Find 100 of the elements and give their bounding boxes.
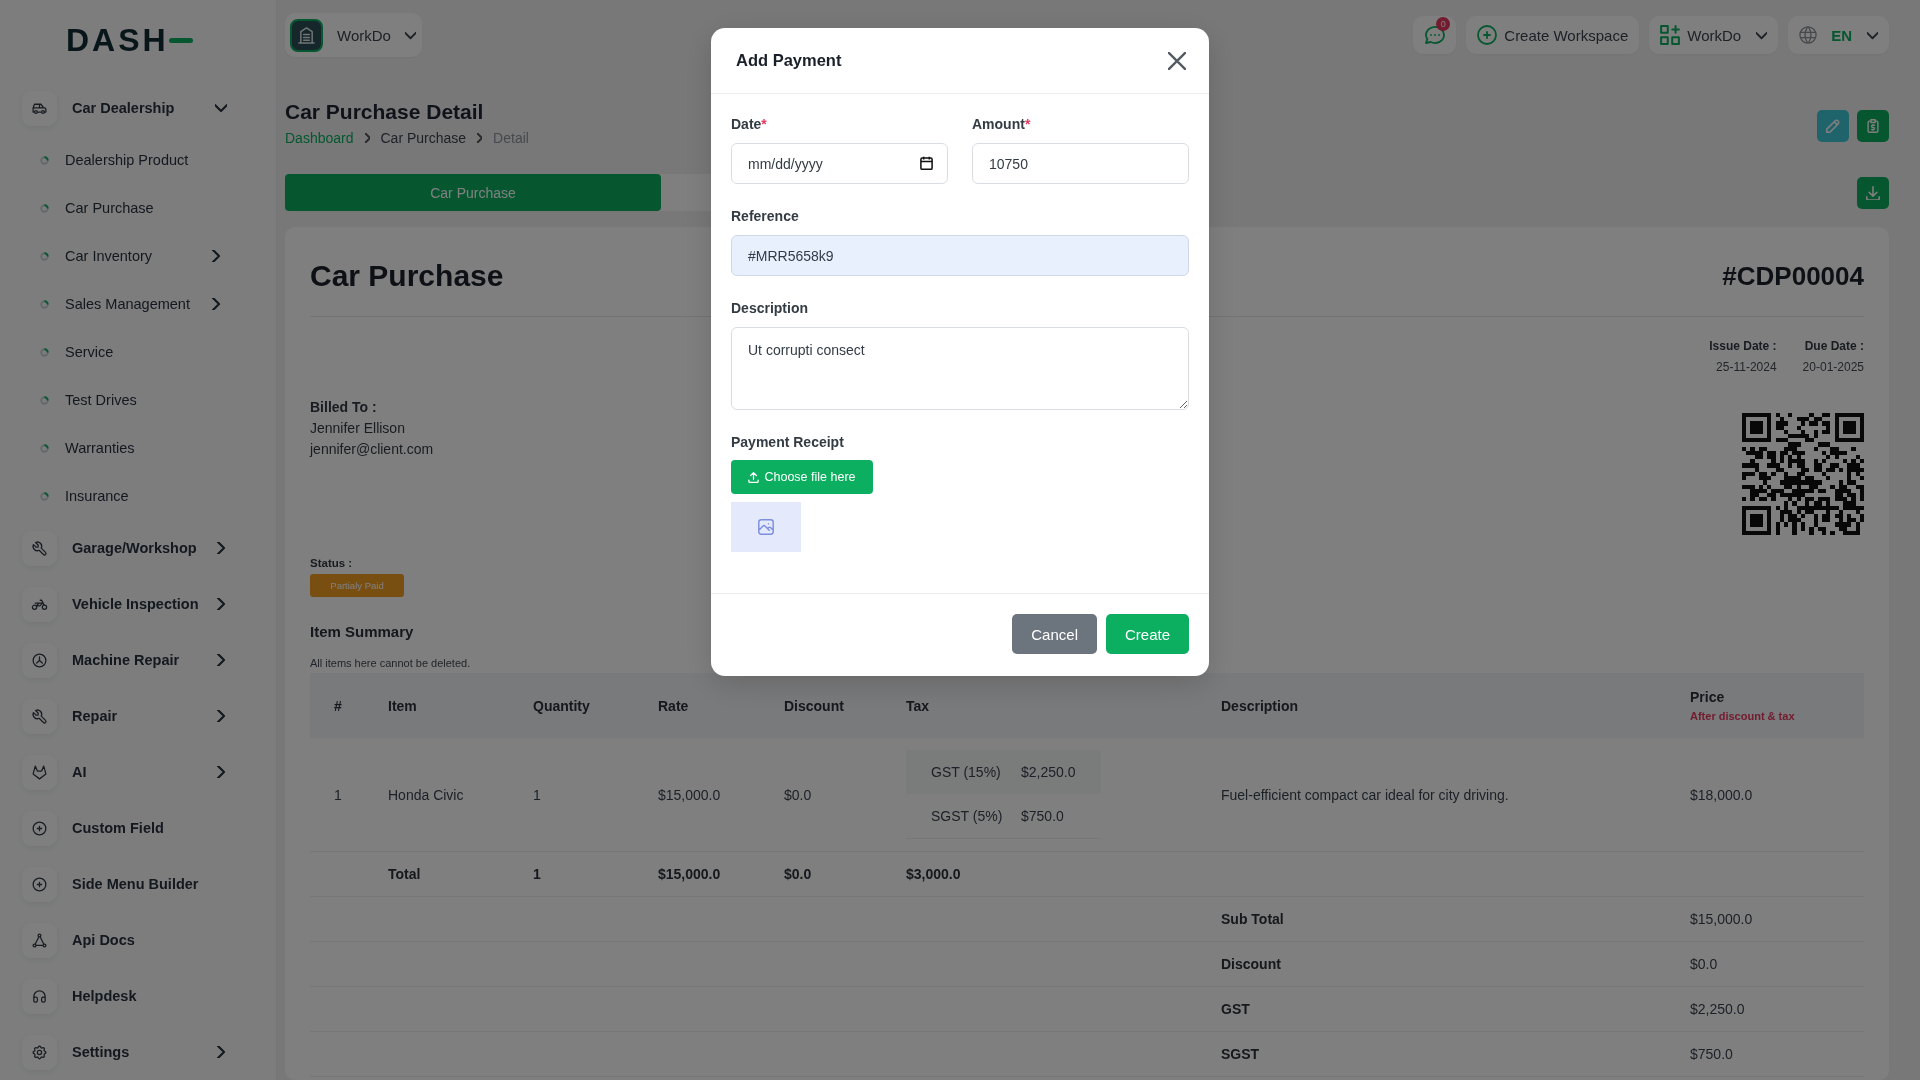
section-note: All items here cannot be deleted. xyxy=(310,656,471,670)
column-header: Item xyxy=(388,696,417,715)
sidebar-item[interactable]: Car Dealership xyxy=(22,80,227,136)
table-cell: 1 xyxy=(533,786,541,803)
dialog-title: Add Payment xyxy=(736,51,842,70)
bullet-icon xyxy=(40,491,49,501)
table-cell: $15,000.0 xyxy=(658,786,721,803)
car-icon xyxy=(22,90,57,126)
table-cell: SGST (5%) xyxy=(931,808,1003,824)
sidebar-item[interactable]: Repair xyxy=(22,688,227,744)
billed-to-label: Billed To : xyxy=(310,398,377,417)
textarea-field[interactable]: Ut corrupti consect xyxy=(731,327,1189,410)
breadcrumb-item[interactable]: Car Purchase xyxy=(380,130,467,146)
language-dropdown[interactable]: EN xyxy=(1788,16,1889,54)
sidebar-subitem[interactable]: Car Inventory xyxy=(22,232,222,280)
table-cell: $15,000.0 xyxy=(658,866,721,882)
create-button[interactable]: Create xyxy=(1105,614,1189,654)
page-title: Car Purchase Detail xyxy=(285,99,484,125)
table-cell: $0.0 xyxy=(784,866,812,882)
motorbike-icon xyxy=(22,586,57,622)
chevron-right-icon xyxy=(364,133,370,143)
input-field[interactable]: 10750 xyxy=(972,143,1189,184)
chat-icon xyxy=(1424,25,1445,45)
date-value: 20-01-2025 xyxy=(1802,359,1864,376)
billed-to-text: Jennifer Ellison xyxy=(310,419,405,438)
sidebar-subitem[interactable]: Dealership Product xyxy=(22,136,222,184)
messages-button[interactable]: 0 xyxy=(1413,16,1457,54)
receipt-button[interactable] xyxy=(1857,110,1889,142)
section-title: Item Summary xyxy=(310,622,414,642)
field-label: Description xyxy=(731,299,808,318)
edit-button[interactable] xyxy=(1817,110,1849,142)
column-header: Price xyxy=(1690,687,1725,706)
cancel-button[interactable]: Cancel xyxy=(1012,614,1097,654)
create-workspace-button[interactable]: Create Workspace xyxy=(1466,16,1640,54)
column-header: Discount xyxy=(784,696,844,715)
upload-icon xyxy=(748,471,760,483)
date-field[interactable]: mm/dd/yyyy xyxy=(731,143,948,184)
sidebar-item[interactable]: Vehicle Inspection xyxy=(22,576,227,632)
workspace-menu[interactable]: WorkDo xyxy=(1649,16,1779,54)
circle-nodes-icon xyxy=(22,642,57,678)
date-label: Issue Date : xyxy=(1709,338,1777,355)
chevron-down-icon xyxy=(1867,29,1878,41)
sidebar-subitem[interactable]: Test Drives xyxy=(22,376,222,424)
sidebar-item[interactable]: Api Docs xyxy=(22,912,227,968)
date-value: 25-11-2024 xyxy=(1716,359,1777,376)
status-label: Status : xyxy=(310,556,353,571)
sidebar-item[interactable]: Custom Field xyxy=(22,800,227,856)
table-cell: $0.0 xyxy=(784,786,812,803)
table-cell: $18,000.0 xyxy=(1690,786,1753,803)
summary-value: $750.0 xyxy=(1690,1046,1733,1062)
sidebar-subitem[interactable]: Sales Management xyxy=(22,280,222,328)
table-cell: $3,000.0 xyxy=(906,866,961,882)
wrench-icon xyxy=(22,698,57,734)
invoice-title: Car Purchase xyxy=(310,258,504,294)
download-button[interactable] xyxy=(1857,176,1889,209)
sidebar-item[interactable]: Machine Repair xyxy=(22,632,227,688)
table-cell: Honda Civic xyxy=(388,786,464,803)
sidebar-item[interactable]: Settings xyxy=(22,1024,227,1080)
table-cell: Fuel-efficient compact car ideal for city driving. xyxy=(1221,786,1509,803)
building-icon xyxy=(290,18,323,52)
sidebar-item[interactable]: AI xyxy=(22,744,227,800)
sidebar-item[interactable]: Side Menu Builder xyxy=(22,856,227,912)
column-header: # xyxy=(334,696,342,715)
headphones-icon xyxy=(22,978,57,1014)
choose-file-button[interactable]: Choose file here xyxy=(731,460,873,494)
invoice-number: #CDP00004 xyxy=(1722,260,1864,292)
close-button[interactable] xyxy=(1168,51,1186,70)
summary-value: $15,000.0 xyxy=(1690,911,1753,927)
image-icon xyxy=(758,519,774,535)
column-header: Tax xyxy=(906,696,930,715)
table-cell: 1 xyxy=(533,866,541,882)
sidebar-subitem[interactable]: Car Purchase xyxy=(22,184,222,232)
fox-icon xyxy=(22,754,57,790)
field-label: Date* xyxy=(731,115,767,134)
field-label: Amount* xyxy=(972,115,1031,134)
status-badge: Partialy Paid xyxy=(310,574,404,597)
globe-icon xyxy=(1799,26,1818,44)
field-label: Reference xyxy=(731,207,799,226)
chevron-down-icon xyxy=(404,29,416,41)
summary-value: $2,250.0 xyxy=(1690,1001,1745,1017)
sidebar-item[interactable]: Helpdesk xyxy=(22,968,227,1024)
download-icon xyxy=(1866,185,1880,200)
sidebar-subitem[interactable]: Service xyxy=(22,328,222,376)
summary-value: $0.0 xyxy=(1690,956,1718,972)
input-field[interactable]: #MRR5658k9 xyxy=(731,235,1189,276)
bullet-icon xyxy=(40,203,49,213)
sidebar-subitem[interactable]: Warranties xyxy=(22,424,222,472)
sidebar-subitem[interactable]: Insurance xyxy=(22,472,222,520)
summary-label: GST xyxy=(1221,1001,1250,1017)
tab[interactable]: Car Purchase xyxy=(285,174,661,211)
summary-label: Sub Total xyxy=(1221,911,1284,927)
logo[interactable]: DASH xyxy=(66,23,193,57)
table-cell-text: GST (15%) xyxy=(931,764,1002,780)
bullet-icon xyxy=(40,155,49,165)
wrench-icon xyxy=(22,530,57,566)
workspace-dropdown[interactable]: WorkDo xyxy=(285,13,422,57)
calendar-icon[interactable] xyxy=(920,156,933,170)
notification-badge: 0 xyxy=(1436,17,1451,31)
sidebar-item[interactable]: Garage/Workshop xyxy=(22,520,227,576)
column-header: Quantity xyxy=(533,696,590,715)
